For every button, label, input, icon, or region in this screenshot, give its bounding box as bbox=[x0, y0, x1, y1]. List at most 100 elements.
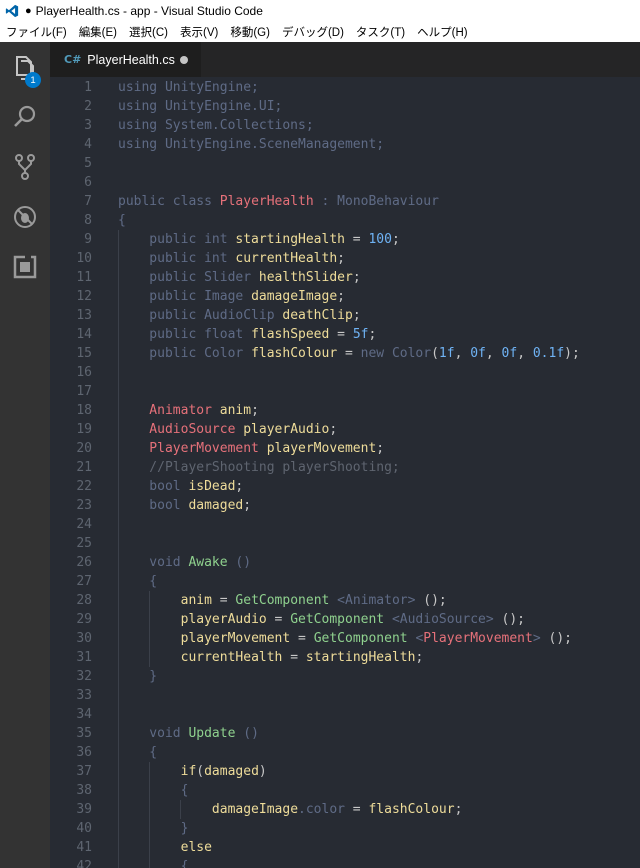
code-line[interactable]: 7 public class PlayerHealth : MonoBehavio… bbox=[50, 192, 640, 211]
unsaved-dot-icon[interactable] bbox=[180, 56, 188, 64]
code-text: { bbox=[118, 857, 189, 868]
code-token: , bbox=[517, 346, 533, 361]
code-token: AudioSource bbox=[118, 422, 244, 437]
code-line[interactable]: 6 bbox=[50, 173, 640, 192]
code-token: ; bbox=[391, 232, 400, 247]
code-token: flashColour bbox=[251, 346, 338, 361]
code-token: currentHealth bbox=[235, 251, 338, 266]
code-line[interactable]: 5 bbox=[50, 154, 640, 173]
code-line[interactable]: 37 if(damaged) bbox=[50, 762, 640, 781]
menu-file[interactable]: ファイル(F) bbox=[0, 24, 73, 40]
code-token: anim bbox=[219, 403, 252, 418]
code-line[interactable]: 36 { bbox=[50, 743, 640, 762]
code-line[interactable]: 27 { bbox=[50, 572, 640, 591]
code-text: bool isDead; bbox=[118, 477, 243, 496]
code-line[interactable]: 24 bbox=[50, 515, 640, 534]
code-token: playerMovement bbox=[266, 441, 377, 456]
code-line[interactable]: 3 using System.Collections; bbox=[50, 116, 640, 135]
code-editor[interactable]: 1 using UnityEngine; 2 using UnityEngine.UI… bbox=[50, 77, 640, 868]
code-line[interactable]: 42 { bbox=[50, 857, 640, 868]
code-line[interactable]: 16 bbox=[50, 363, 640, 382]
code-text: Animator anim; bbox=[118, 401, 259, 420]
activity-debug[interactable] bbox=[0, 195, 50, 239]
code-line[interactable]: 33 bbox=[50, 686, 640, 705]
menu-go[interactable]: 移動(G) bbox=[224, 24, 276, 40]
code-token: public bbox=[118, 194, 173, 209]
code-line[interactable]: 35 void Update () bbox=[50, 724, 640, 743]
line-number: 2 bbox=[84, 99, 92, 114]
code-line[interactable]: 22 bool isDead; bbox=[50, 477, 640, 496]
activity-extensions[interactable] bbox=[0, 245, 50, 289]
menu-debug[interactable]: デバッグ(D) bbox=[276, 24, 350, 40]
code-token: damageImage bbox=[211, 802, 299, 817]
code-token: using UnityEngine; bbox=[118, 80, 259, 95]
menu-edit[interactable]: 編集(E) bbox=[73, 24, 123, 40]
code-token: flashColour bbox=[368, 802, 455, 817]
code-line[interactable]: 15 public Color flashColour = new Color(… bbox=[50, 344, 640, 363]
code-line[interactable]: 12 public Image damageImage; bbox=[50, 287, 640, 306]
code-line[interactable]: 38 { bbox=[50, 781, 640, 800]
code-token: { bbox=[118, 859, 189, 868]
activity-bar: 1 bbox=[0, 42, 50, 868]
code-line[interactable]: 18 Animator anim; bbox=[50, 401, 640, 420]
code-line[interactable]: 10 public int currentHealth; bbox=[50, 249, 640, 268]
line-number: 21 bbox=[76, 460, 92, 475]
code-text: else bbox=[118, 838, 212, 857]
code-line[interactable]: 32 } bbox=[50, 667, 640, 686]
code-line[interactable]: 30 playerMovement = GetComponent <Player… bbox=[50, 629, 640, 648]
code-line[interactable]: 20 PlayerMovement playerMovement; bbox=[50, 439, 640, 458]
code-token: if bbox=[118, 764, 197, 779]
code-token: void bbox=[118, 555, 189, 570]
code-line[interactable]: 17 bbox=[50, 382, 640, 401]
code-line[interactable]: 25 bbox=[50, 534, 640, 553]
line-number: 20 bbox=[76, 441, 92, 456]
code-line[interactable]: 26 void Awake () bbox=[50, 553, 640, 572]
code-token: public bbox=[118, 346, 205, 361]
code-text: { bbox=[118, 211, 126, 230]
code-line[interactable]: 9 public int startingHealth = 100; bbox=[50, 230, 640, 249]
line-number: 3 bbox=[84, 118, 92, 133]
code-line[interactable]: 34 bbox=[50, 705, 640, 724]
menu-selection[interactable]: 選択(C) bbox=[123, 24, 174, 40]
tab-playerhealth[interactable]: C# PlayerHealth.cs bbox=[50, 42, 201, 77]
menu-help[interactable]: ヘルプ(H) bbox=[411, 24, 473, 40]
code-text: public AudioClip deathClip; bbox=[118, 306, 360, 325]
code-token: void bbox=[118, 726, 189, 741]
code-line[interactable]: 13 public AudioClip deathClip; bbox=[50, 306, 640, 325]
activity-search[interactable] bbox=[0, 95, 50, 139]
code-token: ; bbox=[415, 650, 424, 665]
menu-view[interactable]: 表示(V) bbox=[174, 24, 224, 40]
code-line[interactable]: 19 AudioSource playerAudio; bbox=[50, 420, 640, 439]
tab-strip: C# PlayerHealth.cs bbox=[50, 42, 640, 77]
code-token: ; bbox=[368, 327, 377, 342]
code-line[interactable]: 40 } bbox=[50, 819, 640, 838]
code-line[interactable]: 29 playerAudio = GetComponent <AudioSour… bbox=[50, 610, 640, 629]
activity-source-control[interactable] bbox=[0, 145, 50, 189]
code-line[interactable]: 39 damageImage.color = flashColour; bbox=[50, 800, 640, 819]
code-line[interactable]: 28 anim = GetComponent <Animator> (); bbox=[50, 591, 640, 610]
extensions-icon bbox=[13, 255, 37, 279]
code-token: , bbox=[485, 346, 502, 361]
code-line[interactable]: 1 using UnityEngine; bbox=[50, 78, 640, 97]
code-line[interactable]: 8{ bbox=[50, 211, 640, 230]
code-token: Image bbox=[204, 289, 252, 304]
code-line[interactable]: 4 using UnityEngine.SceneManagement; bbox=[50, 135, 640, 154]
code-line[interactable]: 41 else bbox=[50, 838, 640, 857]
code-line[interactable]: 2 using UnityEngine.UI; bbox=[50, 97, 640, 116]
code-line[interactable]: 11 public Slider healthSlider; bbox=[50, 268, 640, 287]
line-number: 11 bbox=[76, 270, 92, 285]
line-number: 7 bbox=[84, 194, 92, 209]
code-token: 100 bbox=[368, 232, 392, 247]
menu-tasks[interactable]: タスク(T) bbox=[350, 24, 411, 40]
activity-explorer[interactable]: 1 bbox=[0, 46, 50, 90]
line-number: 26 bbox=[76, 555, 92, 570]
code-line[interactable]: 14 public float flashSpeed = 5f; bbox=[50, 325, 640, 344]
code-token: startingHealth bbox=[235, 232, 345, 247]
code-line[interactable]: 23 bool damaged; bbox=[50, 496, 640, 515]
line-number: 8 bbox=[84, 213, 92, 228]
code-line[interactable]: 31 currentHealth = startingHealth; bbox=[50, 648, 640, 667]
code-line[interactable]: 21 //PlayerShooting playerShooting; bbox=[50, 458, 640, 477]
window-title: PlayerHealth.cs - app - Visual Studio Co… bbox=[35, 4, 263, 18]
code-token: Awake bbox=[188, 555, 228, 570]
